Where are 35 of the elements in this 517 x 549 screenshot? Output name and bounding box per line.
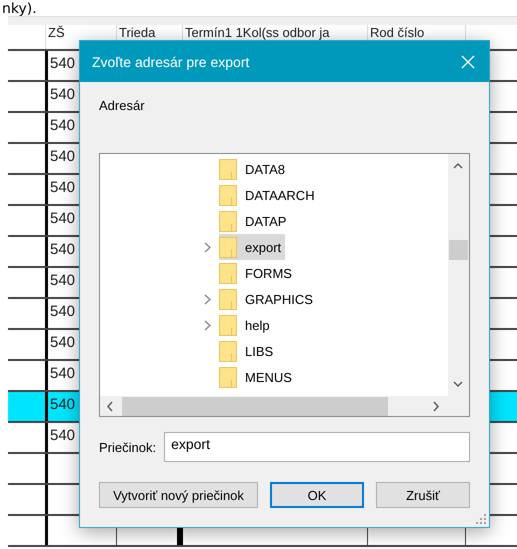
folder-icon [219, 340, 237, 362]
chevron-right-icon[interactable] [204, 242, 210, 252]
folder-icon [219, 366, 237, 388]
chevron-right-icon[interactable] [204, 320, 210, 330]
tree-item[interactable]: LIBS [219, 338, 278, 364]
tree-item[interactable]: help [219, 312, 274, 338]
new-folder-button[interactable]: Vytvoriť nový priečinok [99, 482, 258, 508]
folder-tree[interactable]: DATA8 DATAARCH DATAP export FORMS GRAPHICS help LIBS MENUS [99, 153, 470, 417]
close-icon[interactable] [461, 54, 475, 68]
column-header[interactable]: Rod číslo [370, 25, 424, 40]
column-header[interactable]: Trieda [119, 25, 156, 40]
tree-item[interactable]: DATAP [219, 208, 290, 234]
cancel-button[interactable]: Zrušiť [376, 482, 470, 508]
tree-item[interactable]: GRAPHICS [219, 286, 317, 312]
folder-icon [219, 236, 237, 258]
vertical-scrollbar[interactable] [448, 154, 469, 396]
column-header[interactable]: ZŠ [48, 25, 65, 40]
folder-icon [219, 158, 237, 180]
chevron-right-icon[interactable] [204, 294, 210, 304]
folder-input[interactable]: export [164, 432, 470, 462]
tree-item[interactable]: export [219, 234, 286, 260]
folder-icon [219, 184, 237, 206]
tree-item[interactable]: FORMS [219, 260, 296, 286]
horizontal-scrollbar[interactable] [100, 396, 448, 416]
folder-icon [219, 288, 237, 310]
resize-grip-icon[interactable] [476, 514, 486, 524]
folder-icon [219, 210, 237, 232]
column-header[interactable]: Termín1 1Kol(ss odbor ja [185, 25, 330, 40]
tree-item[interactable]: DATAARCH [219, 182, 319, 208]
folder-icon [219, 262, 237, 284]
tree-item[interactable]: DATA8 [219, 156, 289, 182]
ok-button[interactable]: OK [270, 482, 364, 508]
tree-item[interactable]: MENUS [219, 364, 296, 390]
folder-icon [219, 314, 237, 336]
background-text: nky). [1, 2, 37, 16]
